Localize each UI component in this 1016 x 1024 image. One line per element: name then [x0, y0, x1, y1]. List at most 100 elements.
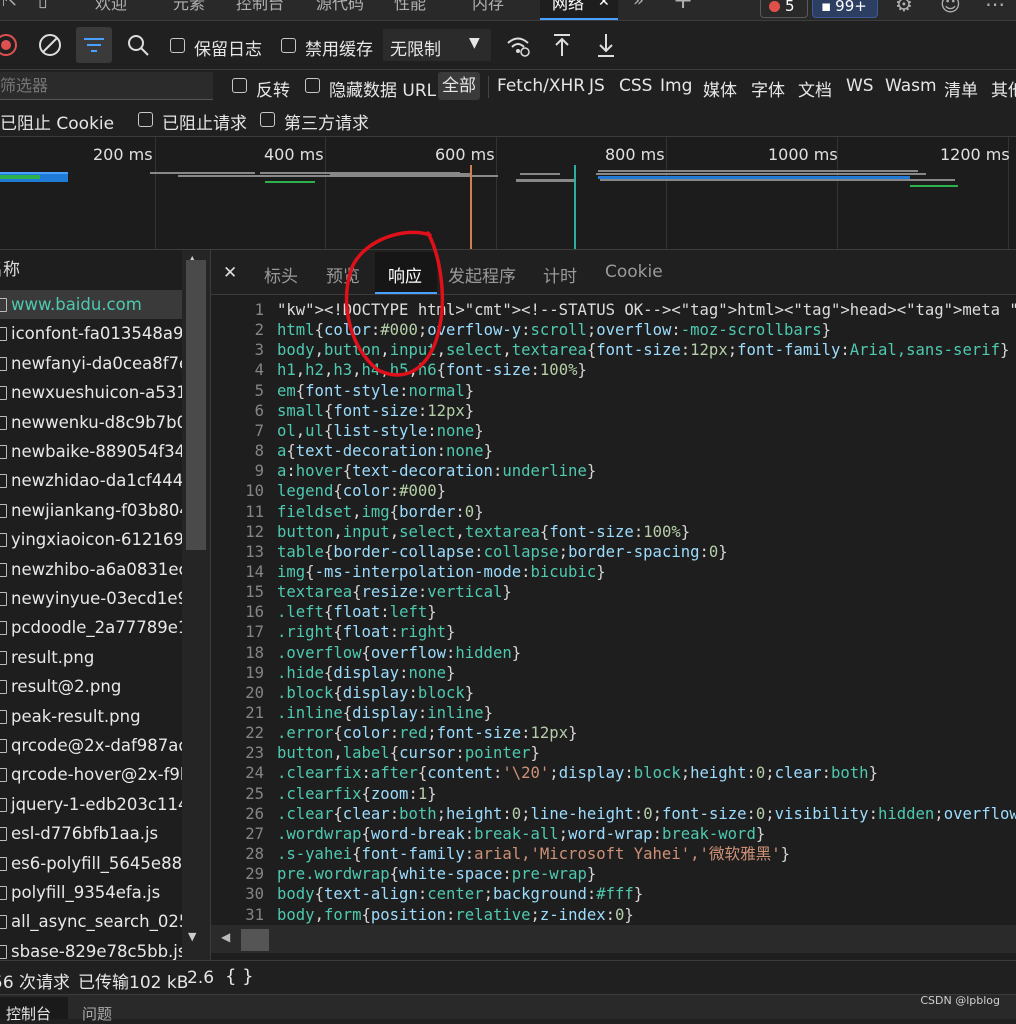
filter-type-font[interactable]: 字体	[751, 76, 785, 101]
export-har-icon[interactable]	[592, 31, 620, 59]
import-har-icon[interactable]	[548, 31, 576, 59]
file-icon	[0, 533, 7, 548]
tab-memory[interactable]: 内存	[472, 0, 504, 14]
filter-type-fetch-xhr[interactable]: Fetch/XHR	[497, 76, 585, 96]
request-row[interactable]: all_async_search_02511	[0, 907, 182, 936]
clear-icon[interactable]	[36, 31, 64, 59]
line-number: 21	[245, 704, 264, 722]
network-conditions-icon[interactable]	[504, 31, 532, 59]
tab-cookies[interactable]: Cookie	[605, 262, 663, 282]
more-tabs-icon[interactable]: »	[633, 0, 644, 11]
tab-performance[interactable]: 性能	[394, 0, 426, 14]
message-count-badge[interactable]: ▪ 99+	[812, 0, 878, 18]
request-row[interactable]: newbaike-889054f349.	[0, 437, 182, 466]
chevron-down-icon: ▼	[469, 35, 480, 51]
scrollbar-thumb[interactable]	[241, 929, 269, 951]
scroll-left-icon[interactable]: ◀	[221, 930, 230, 944]
filter-type-img[interactable]: Img	[660, 76, 692, 96]
file-icon	[0, 298, 7, 312]
name-column-header[interactable]: 名称	[0, 250, 182, 291]
tab-elements[interactable]: 元素	[173, 0, 205, 14]
filter-type-all[interactable]: 全部	[438, 72, 480, 100]
code-text: .error{color:red;font-size:12px}	[277, 724, 578, 743]
network-overview-timeline[interactable]: 200 ms 400 ms 600 ms 800 ms 1000 ms 1200…	[0, 137, 1016, 250]
code-line: 15 textarea{resize:vertical}	[211, 582, 1016, 602]
request-row[interactable]: esl-d776bfb1aa.js	[0, 819, 182, 848]
request-row[interactable]: peak-result.png	[0, 702, 182, 731]
code-line: 25 .clearfix{zoom:1}	[211, 784, 1016, 804]
file-icon	[0, 709, 7, 724]
response-code-view[interactable]: 1 "kw"><!DOCTYPE html>"cmt"><!--STATUS OK…	[211, 295, 1016, 925]
request-name: newfanyi-da0cea8f7e.p	[11, 353, 182, 373]
tab-headers[interactable]: 标头	[264, 262, 298, 287]
tab-sources[interactable]: 源代码	[316, 0, 364, 14]
request-row[interactable]: result@2.png	[0, 672, 182, 701]
throttling-select[interactable]: 无限制 ▼	[383, 29, 491, 61]
record-icon[interactable]	[0, 31, 20, 59]
tab-network[interactable]: 网络	[552, 0, 584, 14]
request-row[interactable]: newfanyi-da0cea8f7e.p	[0, 349, 182, 378]
filter-input[interactable]	[0, 72, 213, 100]
customize-icon[interactable]: ☺	[940, 0, 961, 16]
code-line: 22 .error{color:red;font-size:12px}	[211, 723, 1016, 743]
request-row[interactable]: newzhidao-da1cf444b0	[0, 466, 182, 495]
request-row[interactable]: jquery-1-edb203c114.1	[0, 790, 182, 819]
request-row[interactable]: newwenku-d8c9b7b0fb	[0, 408, 182, 437]
filter-type-other[interactable]: 其他	[991, 76, 1016, 101]
scroll-down-icon[interactable]: ▼	[188, 930, 196, 943]
inspect-icon[interactable]: ⇱	[2, 0, 17, 11]
filter-icon[interactable]	[76, 27, 112, 63]
search-icon[interactable]	[124, 31, 152, 59]
tab-welcome[interactable]: 欢迎	[95, 0, 127, 14]
third-party-checkbox[interactable]	[260, 112, 275, 127]
request-row[interactable]: yingxiaoicon-612169cc	[0, 525, 182, 554]
drawer-tab-issues[interactable]: 问题	[82, 1003, 112, 1024]
code-line: 4 h1,h2,h3,h4,h5,h6{font-size:100%}	[211, 360, 1016, 380]
device-toolbar-icon[interactable]: ▯	[38, 0, 48, 11]
request-row[interactable]: www.baidu.com	[0, 290, 182, 319]
request-row[interactable]: qrcode-hover@2x-f9b1	[0, 760, 182, 789]
filter-type-media[interactable]: 媒体	[703, 76, 737, 101]
add-tab-icon[interactable]: +	[673, 0, 693, 14]
code-text: .wordwrap{word-break:break-all;word-wrap…	[277, 824, 766, 843]
request-row[interactable]: newxueshuicon-a5314c	[0, 378, 182, 407]
filter-type-manifest[interactable]: 清单	[944, 76, 978, 101]
filter-type-wasm[interactable]: Wasm	[885, 76, 937, 96]
invert-checkbox[interactable]	[232, 78, 247, 93]
request-row[interactable]: qrcode@2x-daf987ad0	[0, 731, 182, 760]
blocked-requests-checkbox[interactable]	[138, 112, 153, 127]
file-icon	[0, 562, 7, 577]
request-row[interactable]: result.png	[0, 643, 182, 672]
close-tab-icon[interactable]: ✕	[598, 0, 610, 10]
filter-type-css[interactable]: CSS	[619, 76, 652, 96]
request-row[interactable]: polyfill_9354efa.js	[0, 878, 182, 907]
scrollbar-thumb[interactable]	[186, 260, 206, 550]
filter-type-ws[interactable]: WS	[846, 76, 874, 96]
filter-type-doc[interactable]: 文档	[798, 76, 832, 101]
gear-icon[interactable]: ⚙	[895, 0, 913, 16]
tab-initiator[interactable]: 发起程序	[448, 262, 516, 287]
request-row[interactable]: newyinyue-03ecd1e9b9	[0, 584, 182, 613]
request-row[interactable]: newzhibo-a6a0831ecd.	[0, 555, 182, 584]
disable-cache-label: 禁用缓存	[305, 40, 373, 60]
filter-type-js[interactable]: JS	[589, 76, 605, 96]
request-row[interactable]: iconfont-fa013548a9.w	[0, 319, 182, 348]
close-detail-icon[interactable]: ✕	[223, 263, 237, 283]
tab-timing[interactable]: 计时	[543, 262, 577, 287]
disable-cache-checkbox[interactable]	[281, 38, 296, 53]
file-icon	[0, 650, 7, 665]
tab-console[interactable]: 控制台	[236, 0, 284, 14]
line-number: 10	[245, 482, 264, 501]
preserve-log-checkbox[interactable]	[170, 38, 185, 53]
file-icon	[0, 327, 7, 342]
request-row[interactable]: pcdoodle_2a77789e1a0	[0, 613, 182, 642]
more-options-icon[interactable]: ⋯	[985, 0, 1005, 16]
code-line: 3 body,button,input,select,textarea{font-…	[211, 340, 1016, 360]
pretty-print-button[interactable]: { }	[225, 966, 254, 987]
horizontal-scrollbar[interactable]: ◀	[211, 925, 1016, 953]
hide-data-urls-checkbox[interactable]	[305, 78, 320, 93]
error-count-badge[interactable]: 5	[760, 0, 808, 18]
drawer-tab-console[interactable]: 控制台	[6, 1003, 51, 1024]
request-row[interactable]: newjiankang-f03b804b	[0, 496, 182, 525]
request-row[interactable]: es6-polyfill_5645e88.js	[0, 849, 182, 878]
